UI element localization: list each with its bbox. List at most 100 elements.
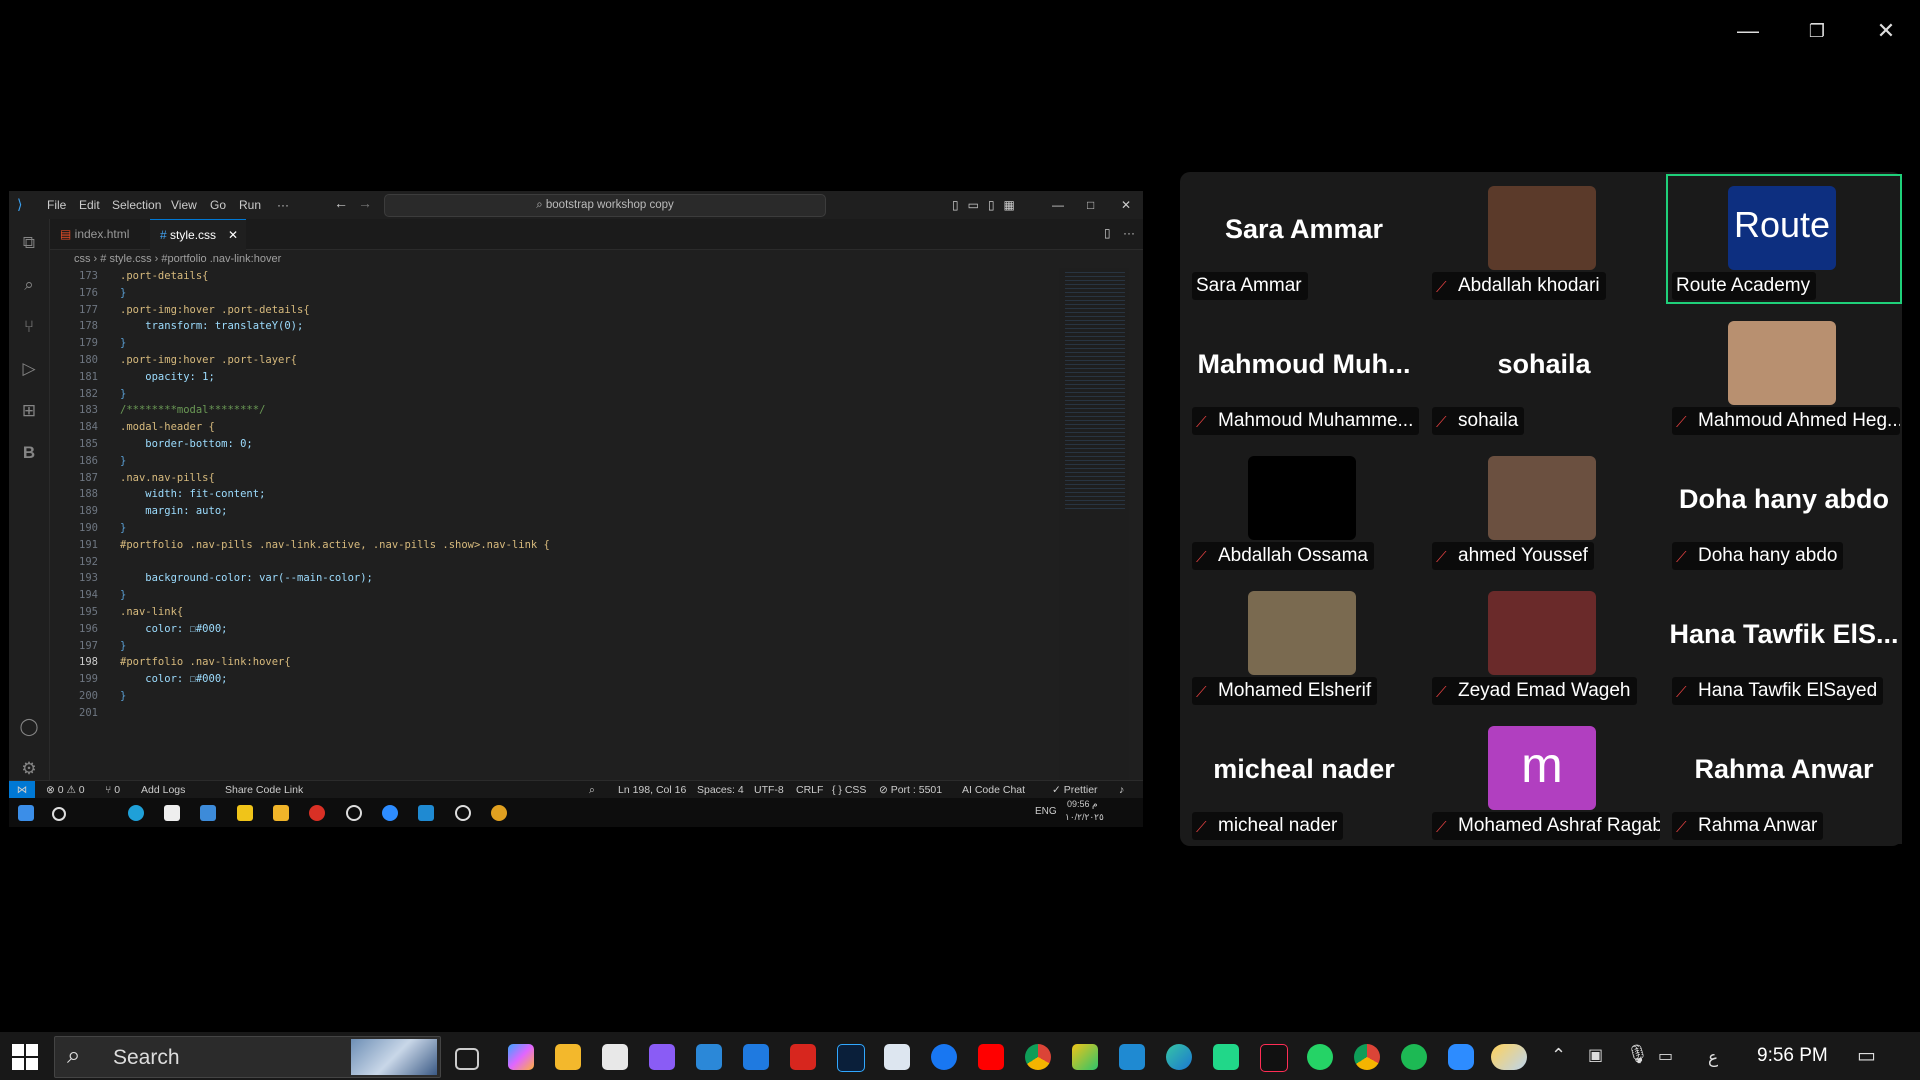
command-center[interactable]: ⌕ bootstrap workshop copy <box>384 194 826 217</box>
code-line[interactable]: #portfolio .nav-pills .nav-link.active, … <box>120 539 550 551</box>
code-line[interactable]: color: ☐#000; <box>120 673 227 685</box>
participant-tile[interactable]: ⟋ ahmed Youssef <box>1426 444 1662 574</box>
menu-go[interactable]: Go <box>210 198 226 212</box>
close-tab-icon[interactable]: ✕ <box>228 220 238 250</box>
code-line[interactable]: .modal-header { <box>120 421 215 433</box>
task-view-icon[interactable] <box>455 1048 479 1070</box>
store-icon[interactable] <box>602 1044 628 1070</box>
zoom-taskbar-icon[interactable] <box>1448 1044 1474 1070</box>
acrobat-icon[interactable] <box>790 1044 816 1070</box>
code-line[interactable]: /********modal********/ <box>120 404 265 416</box>
code-editor[interactable]: 173 .port-details{176} 177 .port-img:hover … <box>50 268 1070 803</box>
code-line[interactable]: .nav-link{ <box>120 606 183 618</box>
settings-gear-icon[interactable]: ⚙ <box>19 759 39 779</box>
participant-tile[interactable]: ⟋ Mohamed Elsherif <box>1186 579 1422 709</box>
code-line[interactable]: #portfolio .nav-link:hover{ <box>120 656 291 668</box>
vscode-minimize[interactable]: — <box>1052 198 1064 212</box>
menu-view[interactable]: View <box>171 198 197 212</box>
code-line[interactable]: .port-img:hover .port-layer{ <box>120 354 297 366</box>
participant-tile[interactable]: Sara Ammar Sara Ammar <box>1186 174 1422 304</box>
whatsapp-icon[interactable] <box>1307 1044 1333 1070</box>
participant-tile[interactable]: Doha hany abdo ⟋ Doha hany abdo <box>1666 444 1902 574</box>
input-language[interactable]: ع <box>1708 1048 1718 1068</box>
menu-selection[interactable]: Selection <box>112 198 161 212</box>
code-line[interactable]: color: ☐#000; <box>120 623 227 635</box>
code-line[interactable]: .port-details{ <box>120 270 209 282</box>
code-line[interactable]: background-color: var(--main-color); <box>120 572 373 584</box>
taskbar-search[interactable]: ⌕ Search <box>54 1036 441 1078</box>
battery-tray-icon[interactable]: ▭ <box>1658 1046 1673 1066</box>
youtube-icon[interactable] <box>978 1044 1004 1070</box>
account-icon[interactable]: ◯ <box>19 717 39 737</box>
participant-tile[interactable]: sohaila ⟋ sohaila <box>1426 309 1662 439</box>
bootstrap-icon[interactable]: B <box>19 443 39 463</box>
restore-button[interactable]: ❐ <box>1787 12 1847 50</box>
source-control-icon[interactable]: ⑂ <box>19 317 39 337</box>
chrome2-icon[interactable] <box>1354 1044 1380 1070</box>
media-player-icon[interactable] <box>649 1044 675 1070</box>
calendar-app-icon[interactable] <box>743 1044 769 1070</box>
minimap[interactable] <box>1059 268 1129 803</box>
menu-file[interactable]: File <box>47 198 66 212</box>
breadcrumb[interactable]: css › # style.css › #portfolio .nav-link… <box>50 250 1143 268</box>
extensions-icon[interactable]: ⊞ <box>19 401 39 421</box>
chrome-icon[interactable] <box>1025 1044 1051 1070</box>
participant-tile[interactable]: m ⟋ Mohamed Ashraf Ragab <box>1426 714 1662 844</box>
code-line[interactable]: width: fit-content; <box>120 488 265 500</box>
file-explorer-icon[interactable] <box>555 1044 581 1070</box>
code-line[interactable]: opacity: 1; <box>120 371 215 383</box>
snip-tool-icon[interactable] <box>1072 1044 1098 1070</box>
code-line[interactable]: } <box>120 337 126 349</box>
search-icon[interactable]: ⌕ <box>19 275 39 295</box>
tray-chevron-icon[interactable]: ⌃ <box>1551 1045 1566 1066</box>
vscode-close[interactable]: ✕ <box>1121 198 1131 212</box>
participant-tile[interactable]: micheal nader ⟋ micheal nader <box>1186 714 1422 844</box>
edge-icon[interactable] <box>1166 1044 1192 1070</box>
camera-tray-icon[interactable]: ▣ <box>1588 1045 1603 1065</box>
code-line[interactable]: margin: auto; <box>120 505 227 517</box>
participant-tile[interactable]: ⟋ Abdallah khodari <box>1426 174 1662 304</box>
notification-center-icon[interactable]: ▭ <box>1857 1043 1876 1068</box>
code-line[interactable]: } <box>120 455 126 467</box>
vscode-maximize[interactable]: □ <box>1087 198 1094 212</box>
sync-icon[interactable] <box>696 1044 722 1070</box>
facebook-icon[interactable] <box>931 1044 957 1070</box>
forward-arrow-icon[interactable]: → <box>358 195 372 211</box>
menu-more[interactable]: ··· <box>277 198 289 212</box>
participant-tile[interactable]: Route Route Academy <box>1666 174 1902 304</box>
menu-run[interactable]: Run <box>239 198 261 212</box>
code-line[interactable]: } <box>120 522 126 534</box>
more-actions-icon[interactable]: ··· <box>1123 226 1135 240</box>
code-line[interactable]: } <box>120 287 126 299</box>
photoshop-icon[interactable] <box>837 1044 865 1072</box>
tiktok-icon[interactable] <box>1260 1044 1288 1072</box>
participant-tile[interactable]: ⟋ Zeyad Emad Wageh <box>1426 579 1662 709</box>
participant-tile[interactable]: Mahmoud Muh... ⟋ Mahmoud Muhamme... <box>1186 309 1422 439</box>
code-line[interactable]: } <box>120 690 126 702</box>
code-line[interactable]: } <box>120 589 126 601</box>
menu-edit[interactable]: Edit <box>79 198 100 212</box>
participant-tile[interactable]: Rahma Anwar ⟋ Rahma Anwar <box>1666 714 1902 844</box>
copilot-icon[interactable] <box>508 1044 534 1070</box>
tab-style-css[interactable]: # style.css ✕ <box>150 219 247 250</box>
windows-start-icon[interactable] <box>12 1044 38 1070</box>
layout-icons[interactable]: ▯▭▯▦ <box>952 198 1024 212</box>
tab-index-html[interactable]: ▤ index.html <box>50 219 139 249</box>
weather-icon[interactable] <box>1491 1044 1527 1070</box>
code-line[interactable]: } <box>120 388 126 400</box>
participant-tile[interactable]: ⟋ Mahmoud Ahmed Heg... <box>1666 309 1902 439</box>
participant-tile[interactable]: Hana Tawfik ElS... ⟋ Hana Tawfik ElSayed <box>1666 579 1902 709</box>
code-line[interactable]: } <box>120 640 126 652</box>
code-line[interactable]: .port-img:hover .port-details{ <box>120 304 310 316</box>
clion-icon[interactable] <box>1213 1044 1239 1070</box>
window-app-icon[interactable] <box>884 1044 910 1070</box>
back-arrow-icon[interactable]: ← <box>334 195 348 211</box>
code-line[interactable]: border-bottom: 0; <box>120 438 252 450</box>
microphone-tray-icon[interactable]: 🎙 <box>1626 1044 1649 1065</box>
split-editor-icon[interactable]: ▯ <box>1104 226 1111 240</box>
taskbar-clock[interactable]: 9:56 PM <box>1757 1045 1828 1067</box>
close-button[interactable]: ✕ <box>1856 12 1916 50</box>
code-line[interactable]: transform: translateY(0); <box>120 320 303 332</box>
run-debug-icon[interactable]: ▷ <box>19 359 39 379</box>
explorer-icon[interactable]: ⧉ <box>19 233 39 253</box>
